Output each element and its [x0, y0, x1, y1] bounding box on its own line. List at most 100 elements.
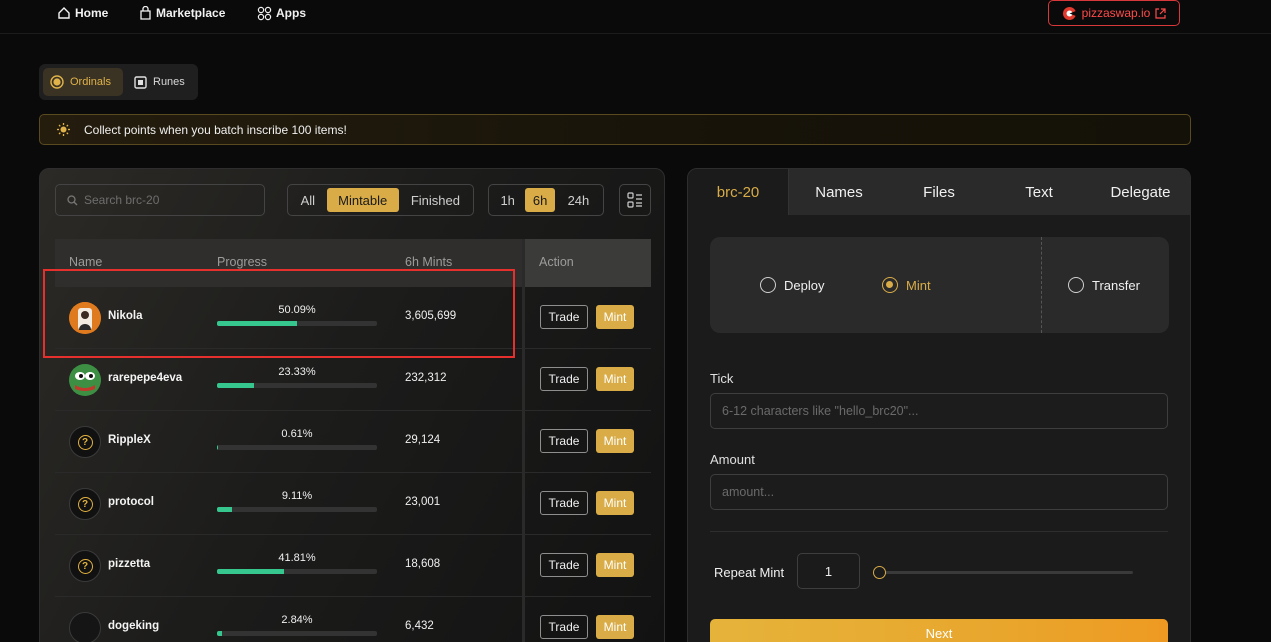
progress-label: 41.81%	[278, 552, 316, 564]
repeat-slider-handle[interactable]	[873, 566, 886, 579]
progress-bar	[217, 569, 377, 574]
token-name: RippleX	[108, 434, 151, 446]
tick-input[interactable]: 6-12 characters like "hello_brc20"...	[710, 393, 1168, 429]
radio-circle	[882, 277, 898, 293]
repeat-mint-label: Repeat Mint	[714, 565, 785, 580]
ordinals-icon	[50, 75, 64, 89]
question-mark-icon: ?	[77, 496, 93, 512]
status-filter: All Mintable Finished	[287, 184, 474, 216]
nav-marketplace[interactable]: Marketplace	[139, 5, 225, 21]
mint-count: 18,608	[405, 558, 441, 570]
table-row[interactable]: Nikola 50.09% 3,605,699 Trade Mint	[55, 287, 651, 349]
table-row[interactable]: ? protocol 9.11% 23,001 Trade Mint	[55, 473, 651, 535]
token-name: dogeking	[108, 620, 160, 632]
tab-text[interactable]: Text	[989, 169, 1089, 215]
tab-files[interactable]: Files	[889, 169, 989, 215]
mint-count: 3,605,699	[405, 310, 457, 322]
pizzaswap-logo-icon	[1062, 6, 1076, 20]
mint-button[interactable]: Mint	[596, 429, 634, 453]
transfer-label: Transfer	[1092, 277, 1140, 293]
trade-button[interactable]: Trade	[540, 491, 588, 515]
mint-button[interactable]: Mint	[596, 553, 634, 577]
nav-apps[interactable]: Apps	[257, 5, 306, 21]
token-name: protocol	[108, 496, 154, 508]
progress-fill	[217, 569, 284, 574]
progress-bar	[217, 631, 377, 636]
table-row[interactable]: ? pizzetta 41.81% 18,608 Trade Mint	[55, 535, 651, 597]
progress-bar	[217, 507, 377, 512]
progress-label: 2.84%	[281, 614, 313, 626]
nav-marketplace-label: Marketplace	[156, 6, 226, 20]
trade-button[interactable]: Trade	[540, 615, 588, 639]
ripplex-avatar: ?	[69, 426, 101, 458]
repeat-count-input[interactable]: 1	[797, 553, 860, 589]
range-6h[interactable]: 6h	[525, 188, 555, 212]
pepe-frog-icon	[69, 364, 101, 396]
top-nav: Home Marketplace Apps pizzaswap.io	[0, 0, 1271, 34]
filter-mintable[interactable]: Mintable	[326, 188, 399, 212]
repeat-slider-track[interactable]	[879, 571, 1133, 574]
column-action: Action	[539, 255, 574, 269]
progress-fill	[217, 631, 222, 636]
next-button[interactable]: Next	[710, 619, 1168, 642]
nav-apps-label: Apps	[276, 6, 306, 20]
mint-count: 29,124	[405, 434, 441, 446]
nav-home-label: Home	[75, 6, 109, 20]
column-name: Name	[69, 255, 103, 269]
runes-icon	[134, 75, 147, 89]
sun-icon	[57, 123, 70, 136]
nikola-avatar	[69, 302, 101, 334]
ordinals-label: Ordinals	[70, 76, 111, 88]
progress-fill	[217, 445, 219, 450]
radio-circle	[1068, 277, 1084, 293]
pizzaswap-link-button[interactable]: pizzaswap.io	[1048, 0, 1180, 26]
trade-button[interactable]: Trade	[540, 305, 588, 329]
external-link-icon	[1155, 7, 1166, 19]
table-row[interactable]: rarepepe4eva 23.33% 232,312 Trade Mint	[55, 349, 651, 411]
table-row[interactable]: dogeking 2.84% 6,432 Trade Mint	[55, 597, 651, 642]
nav-home[interactable]: Home	[57, 5, 108, 21]
tab-names[interactable]: Names	[789, 169, 889, 215]
apps-icon	[257, 6, 272, 20]
tab-delegate[interactable]: Delegate	[1089, 169, 1190, 215]
mint-radio[interactable]: Mint	[882, 277, 931, 293]
home-icon	[58, 7, 70, 19]
progress-fill	[217, 507, 232, 512]
trade-button[interactable]: Trade	[540, 553, 588, 577]
inscribe-tabs: brc-20 Names Files Text Delegate	[688, 169, 1190, 215]
table-row[interactable]: ? RippleX 0.61% 29,124 Trade Mint	[55, 411, 651, 473]
pizzetta-avatar: ?	[69, 550, 101, 582]
protocol-toggle: Ordinals Runes	[39, 64, 198, 100]
transfer-radio[interactable]: Transfer	[1068, 277, 1140, 293]
range-1h[interactable]: 1h	[492, 188, 523, 212]
column-mints[interactable]: 6h Mints	[405, 255, 452, 269]
search-icon	[67, 194, 78, 205]
mint-count: 232,312	[405, 372, 447, 384]
range-24h[interactable]: 24h	[557, 188, 600, 212]
action-header: Action	[525, 239, 651, 287]
list-view-icon	[627, 192, 642, 208]
mint-button[interactable]: Mint	[596, 305, 634, 329]
mint-count: 6,432	[405, 620, 434, 632]
nikola-portrait-icon	[69, 302, 101, 334]
view-toggle-button[interactable]	[619, 184, 651, 216]
mint-button[interactable]: Mint	[596, 491, 634, 515]
filter-all[interactable]: All	[291, 188, 325, 212]
ordinals-tab[interactable]: Ordinals	[43, 68, 123, 96]
mint-button[interactable]: Mint	[596, 367, 634, 391]
tick-placeholder: 6-12 characters like "hello_brc20"...	[722, 404, 919, 418]
deploy-radio[interactable]: Deploy	[760, 277, 824, 293]
runes-tab[interactable]: Runes	[127, 68, 193, 96]
amount-input[interactable]: amount...	[710, 474, 1168, 510]
search-input[interactable]: Search brc-20	[55, 184, 265, 216]
tab-brc20[interactable]: brc-20	[688, 169, 789, 215]
trade-button[interactable]: Trade	[540, 429, 588, 453]
amount-placeholder: amount...	[722, 485, 775, 499]
protocol-avatar: ?	[69, 488, 101, 520]
trade-button[interactable]: Trade	[540, 367, 588, 391]
mint-button[interactable]: Mint	[596, 615, 634, 639]
mint-count: 23,001	[405, 496, 441, 508]
tick-label: Tick	[710, 371, 734, 386]
question-mark-icon: ?	[77, 434, 93, 450]
filter-finished[interactable]: Finished	[401, 188, 470, 212]
